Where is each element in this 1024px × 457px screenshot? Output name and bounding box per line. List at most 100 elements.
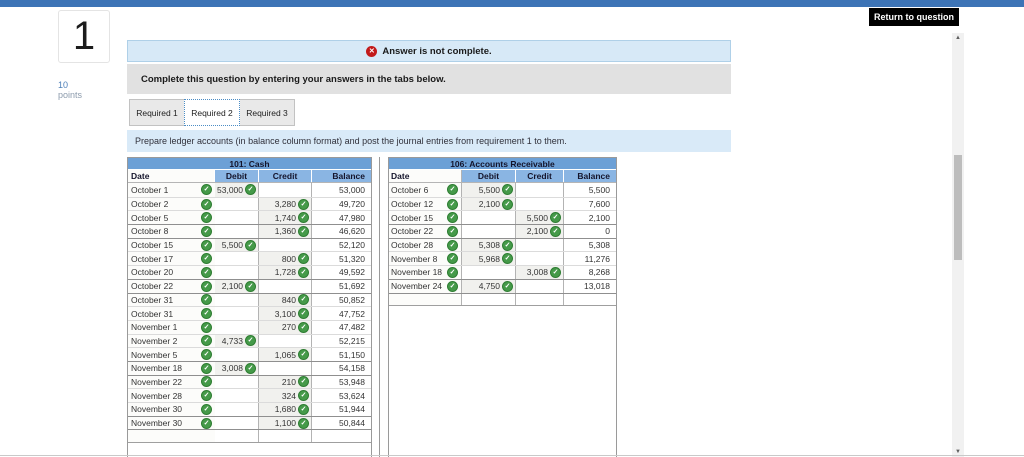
credit-cell[interactable]: 5,500 ✓ [516,211,564,225]
check-icon: ✓ [201,417,212,429]
date-cell[interactable]: November 2 ✓ [128,334,215,348]
debit-cell[interactable] [215,252,259,266]
debit-cell[interactable] [215,266,259,279]
date-cell[interactable]: October 6 ✓ [389,183,462,197]
balance-value: 52,215 [339,335,365,346]
debit-cell[interactable]: 2,100 ✓ [215,279,259,293]
date-cell[interactable]: October 28 ✓ [389,238,462,252]
date-cell[interactable] [128,430,215,443]
credit-cell[interactable]: 1,065 ✓ [259,348,312,361]
debit-cell[interactable] [215,430,259,443]
credit-cell[interactable] [259,334,312,348]
date-cell[interactable]: October 1 ✓ [128,183,215,197]
credit-cell[interactable] [259,238,312,252]
vertical-scrollbar[interactable]: ▲ ▼ [952,33,964,457]
date-cell[interactable]: November 18 ✓ [389,266,462,279]
credit-cell[interactable]: 270 ✓ [259,320,312,334]
date-cell[interactable]: October 2 ✓ [128,197,215,211]
date-cell[interactable]: October 15 ✓ [389,211,462,225]
debit-cell[interactable]: 5,308 ✓ [462,238,516,252]
debit-cell[interactable] [462,293,516,306]
date-cell[interactable]: November 24 ✓ [389,279,462,293]
debit-cell[interactable] [215,403,259,416]
tab-required-2[interactable]: Required 2 [184,99,240,126]
debit-cell[interactable]: 4,750 ✓ [462,279,516,293]
credit-cell[interactable]: 1,360 ✓ [259,225,312,238]
tab-required-1[interactable]: Required 1 [129,99,185,126]
balance-value: 49,592 [339,267,365,278]
debit-cell[interactable]: 5,500 ✓ [462,183,516,197]
ledger-row: October 17 ✓ 800 ✓ 51,320 [128,251,371,266]
credit-cell[interactable]: 3,280 ✓ [259,197,312,211]
date-cell[interactable] [389,293,462,306]
credit-cell[interactable] [516,293,564,306]
balance-value: 46,620 [339,226,365,237]
tab-bar: Required 1 Required 2 Required 3 [127,99,731,126]
date-cell[interactable]: November 22 ✓ [128,375,215,389]
debit-cell[interactable] [215,416,259,430]
debit-cell[interactable]: 3,008 ✓ [215,361,259,375]
date-cell[interactable]: November 30 ✓ [128,403,215,416]
debit-cell[interactable] [215,389,259,402]
date-cell[interactable]: November 28 ✓ [128,389,215,402]
credit-cell[interactable] [516,279,564,293]
credit-cell[interactable] [259,430,312,443]
debit-cell[interactable] [215,375,259,389]
date-cell[interactable]: October 15 ✓ [128,238,215,252]
debit-cell[interactable]: 53,000 ✓ [215,183,259,197]
credit-cell[interactable]: 1,740 ✓ [259,211,312,225]
date-cell[interactable]: October 20 ✓ [128,266,215,279]
check-icon: ✓ [201,321,212,333]
debit-cell[interactable]: 5,500 ✓ [215,238,259,252]
debit-cell[interactable]: 5,968 ✓ [462,252,516,266]
date-cell[interactable]: November 1 ✓ [128,320,215,334]
credit-cell[interactable]: 840 ✓ [259,293,312,307]
credit-cell[interactable]: 3,100 ✓ [259,307,312,320]
date-cell[interactable]: October 31 ✓ [128,293,215,307]
credit-cell[interactable] [259,361,312,375]
credit-cell[interactable]: 2,100 ✓ [516,225,564,238]
date-cell[interactable]: October 8 ✓ [128,225,215,238]
date-cell[interactable]: October 12 ✓ [389,197,462,211]
debit-cell[interactable] [215,293,259,307]
return-to-question-button[interactable]: Return to question [869,8,959,26]
credit-cell[interactable]: 324 ✓ [259,389,312,402]
date-cell[interactable]: October 17 ✓ [128,252,215,266]
scrollbar-thumb[interactable] [954,155,962,260]
date-cell[interactable]: November 5 ✓ [128,348,215,361]
debit-cell[interactable] [215,307,259,320]
date-cell[interactable]: October 22 ✓ [389,225,462,238]
date-cell[interactable]: October 22 ✓ [128,279,215,293]
credit-cell[interactable] [516,252,564,266]
credit-cell[interactable]: 1,680 ✓ [259,403,312,416]
credit-cell[interactable]: 3,008 ✓ [516,266,564,279]
debit-cell[interactable] [215,197,259,211]
scrollbar-up-arrow-icon[interactable]: ▲ [952,33,964,43]
debit-cell[interactable] [462,211,516,225]
date-cell[interactable]: November 30 ✓ [128,416,215,430]
debit-cell[interactable] [215,348,259,361]
credit-cell[interactable] [516,183,564,197]
debit-cell[interactable] [215,225,259,238]
date-cell[interactable]: October 5 ✓ [128,211,215,225]
credit-cell[interactable]: 800 ✓ [259,252,312,266]
check-icon: ✓ [201,335,212,347]
credit-cell[interactable]: 1,100 ✓ [259,416,312,430]
credit-cell[interactable] [516,238,564,252]
credit-cell[interactable]: 210 ✓ [259,375,312,389]
debit-cell[interactable] [462,225,516,238]
date-cell[interactable]: November 8 ✓ [389,252,462,266]
debit-cell[interactable]: 2,100 ✓ [462,197,516,211]
debit-cell[interactable] [215,320,259,334]
date-cell[interactable]: October 31 ✓ [128,307,215,320]
tab-required-3[interactable]: Required 3 [239,99,295,126]
credit-cell[interactable]: 1,728 ✓ [259,266,312,279]
balance-value: 2,100 [588,212,610,223]
date-cell[interactable]: November 18 ✓ [128,361,215,375]
debit-cell[interactable] [462,266,516,279]
credit-cell[interactable] [516,197,564,211]
debit-cell[interactable] [215,211,259,225]
credit-cell[interactable] [259,183,312,197]
debit-cell[interactable]: 4,733 ✓ [215,334,259,348]
credit-cell[interactable] [259,279,312,293]
